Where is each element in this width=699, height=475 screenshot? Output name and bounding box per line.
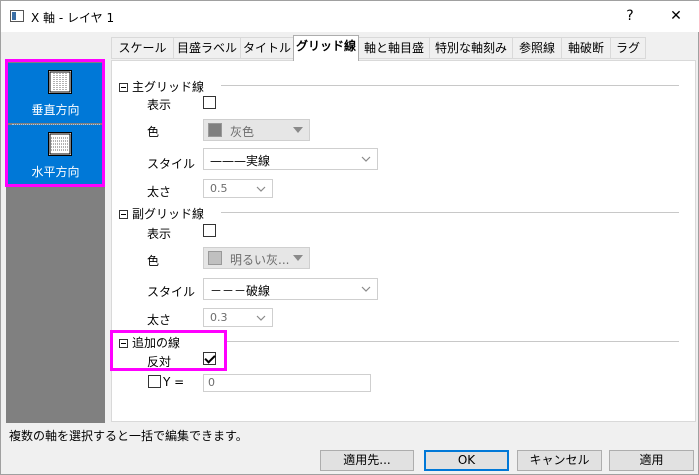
tab-scale[interactable]: スケール bbox=[111, 37, 174, 59]
minor-style-value: －－－破線 bbox=[210, 284, 271, 298]
apply-to-button[interactable]: 適用先... bbox=[320, 450, 414, 471]
major-thickness-label: 太さ bbox=[147, 185, 172, 199]
cancel-button[interactable]: キャンセル bbox=[517, 450, 602, 471]
major-show-label: 表示 bbox=[147, 98, 172, 112]
close-button[interactable]: ✕ bbox=[653, 1, 699, 32]
minor-show-label: 表示 bbox=[147, 227, 172, 241]
major-thickness-value: 0.5 bbox=[210, 182, 228, 195]
chevron-down-icon bbox=[361, 286, 371, 292]
major-style-label: スタイル bbox=[147, 157, 196, 171]
tab-line-and-ticks[interactable]: 軸と軸目盛 bbox=[358, 37, 430, 59]
major-style-select[interactable]: ———実線 bbox=[203, 148, 378, 170]
tab-grid-lines[interactable]: グリッド線 bbox=[293, 35, 359, 61]
left-panel-separator bbox=[12, 124, 100, 125]
tab-special-ticks[interactable]: 特別な軸刻み bbox=[429, 37, 513, 59]
major-color-select[interactable]: 灰色 bbox=[203, 119, 310, 141]
minor-style-label: スタイル bbox=[147, 285, 196, 299]
app-icon bbox=[10, 10, 24, 22]
color-swatch bbox=[208, 123, 222, 137]
left-panel-highlight bbox=[5, 59, 105, 187]
minor-thickness-label: 太さ bbox=[147, 313, 172, 327]
y-value-input[interactable]: 0 bbox=[203, 374, 371, 392]
minor-color-value: 明るい灰... bbox=[230, 253, 290, 267]
chevron-down-icon bbox=[361, 156, 371, 162]
minor-show-checkbox[interactable] bbox=[203, 224, 216, 237]
major-thickness-select[interactable]: 0.5 bbox=[203, 179, 273, 198]
minor-thickness-select[interactable]: 0.3 bbox=[203, 308, 273, 327]
additional-line-highlight bbox=[110, 330, 227, 371]
minor-thickness-value: 0.3 bbox=[210, 311, 228, 324]
tab-rug[interactable]: ラグ bbox=[610, 37, 646, 59]
section-divider bbox=[221, 212, 679, 213]
y-value-label: Y = bbox=[163, 375, 185, 389]
chevron-down-icon bbox=[293, 255, 303, 261]
ok-button[interactable]: OK bbox=[424, 450, 509, 471]
minor-color-label: 色 bbox=[147, 254, 160, 268]
chevron-down-icon bbox=[256, 186, 266, 192]
chevron-down-icon bbox=[293, 127, 303, 133]
tab-reference-lines[interactable]: 参照線 bbox=[512, 37, 562, 59]
section-divider bbox=[221, 85, 679, 86]
major-color-value: 灰色 bbox=[230, 125, 255, 139]
collapse-icon bbox=[119, 210, 128, 219]
minor-grid-header[interactable]: 副グリッド線 bbox=[119, 205, 204, 222]
major-color-label: 色 bbox=[147, 125, 160, 139]
chevron-down-icon bbox=[256, 315, 266, 321]
major-style-value: ———実線 bbox=[210, 154, 271, 168]
tab-axis-break[interactable]: 軸破断 bbox=[561, 37, 611, 59]
title-bar: X 軸 - レイヤ 1 ? ✕ bbox=[1, 1, 699, 32]
apply-button[interactable]: 適用 bbox=[609, 450, 694, 471]
help-button[interactable]: ? bbox=[607, 1, 653, 32]
minor-style-select[interactable]: －－－破線 bbox=[203, 278, 378, 300]
axis-dialog: X 軸 - レイヤ 1 ? ✕ 垂直方向 水平方向 スケール 目盛ラベル タイト… bbox=[0, 0, 699, 475]
window-title: X 軸 - レイヤ 1 bbox=[31, 11, 115, 25]
section-divider bbox=[225, 341, 679, 342]
tab-tick-labels[interactable]: 目盛ラベル bbox=[173, 37, 241, 59]
color-swatch bbox=[208, 251, 222, 265]
tab-title[interactable]: タイトル bbox=[240, 37, 294, 59]
minor-color-select[interactable]: 明るい灰... bbox=[203, 247, 310, 269]
major-grid-header[interactable]: 主グリッド線 bbox=[119, 78, 204, 95]
status-text: 複数の軸を選択すると一括で編集できます。 bbox=[9, 429, 248, 443]
y-value-checkbox[interactable] bbox=[148, 375, 161, 388]
major-show-checkbox[interactable] bbox=[203, 96, 216, 109]
collapse-icon bbox=[119, 83, 128, 92]
